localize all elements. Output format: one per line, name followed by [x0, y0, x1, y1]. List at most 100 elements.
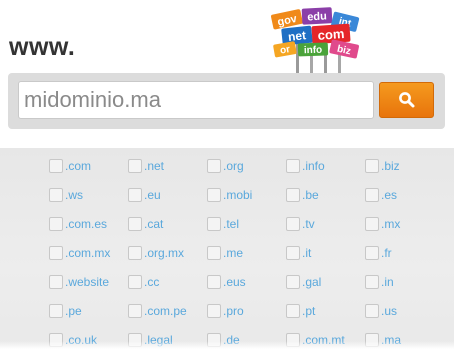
tld-label: .com.mt: [302, 333, 345, 347]
tld-label: .pt: [302, 304, 316, 318]
tld-option[interactable]: .com.pe: [128, 302, 187, 320]
tld-label: .ws: [65, 188, 83, 202]
tld-option[interactable]: .me: [207, 244, 243, 262]
tld-checkbox[interactable]: [128, 159, 142, 173]
tld-label: .co.uk: [65, 333, 98, 347]
tld-option[interactable]: .us: [365, 302, 397, 320]
tld-label: .me: [223, 246, 244, 260]
tld-option[interactable]: .com.es: [49, 215, 107, 233]
tld-option[interactable]: .com.mt: [286, 331, 345, 349]
tld-checkbox[interactable]: [286, 159, 300, 173]
tld-checkbox[interactable]: [128, 275, 142, 289]
tld-label: .es: [381, 188, 398, 202]
tld-checkbox[interactable]: [286, 188, 300, 202]
tld-option[interactable]: .legal: [128, 331, 173, 349]
tld-checkbox[interactable]: [286, 333, 300, 347]
tld-label: .biz: [381, 159, 400, 173]
tld-checkbox[interactable]: [49, 275, 63, 289]
tld-option[interactable]: .com.mx: [49, 244, 110, 262]
domain-search-input[interactable]: [18, 81, 374, 119]
tld-checkbox[interactable]: [286, 217, 300, 231]
tld-checkbox[interactable]: [49, 304, 63, 318]
tld-option[interactable]: .mx: [365, 215, 400, 233]
tld-checkbox[interactable]: [207, 159, 221, 173]
tld-option[interactable]: .be: [286, 186, 319, 204]
search-bar: [8, 73, 445, 129]
tld-label: .mobi: [223, 188, 253, 202]
tld-option[interactable]: .pe: [49, 302, 82, 320]
tld-checkbox[interactable]: [286, 304, 300, 318]
tld-checkbox[interactable]: [365, 159, 379, 173]
tld-checkbox[interactable]: [128, 333, 142, 347]
tld-label: .pro: [223, 304, 244, 318]
tld-option[interactable]: .it: [286, 244, 311, 262]
tld-option[interactable]: .info: [286, 157, 325, 175]
tld-option[interactable]: .pro: [207, 302, 244, 320]
svg-text:net: net: [287, 28, 306, 44]
tld-option[interactable]: .ma: [365, 331, 401, 349]
tld-checkbox[interactable]: [49, 246, 63, 260]
tld-checkbox[interactable]: [49, 333, 63, 347]
tld-label: .com.mx: [65, 246, 111, 260]
tld-label: .com.pe: [144, 304, 187, 318]
tld-option[interactable]: .mobi: [207, 186, 252, 204]
tld-checkbox[interactable]: [207, 217, 221, 231]
tld-option[interactable]: .tel: [207, 215, 239, 233]
tld-option[interactable]: .org: [207, 157, 244, 175]
tld-checkbox[interactable]: [207, 188, 221, 202]
tld-checkbox[interactable]: [128, 246, 142, 260]
tld-checkbox[interactable]: [128, 188, 142, 202]
tld-checkbox[interactable]: [365, 188, 379, 202]
tld-checkbox[interactable]: [207, 304, 221, 318]
tld-option[interactable]: .co.uk: [49, 331, 97, 349]
tld-checkbox[interactable]: [365, 333, 379, 347]
tld-option[interactable]: .ws: [49, 186, 83, 204]
tld-checkbox[interactable]: [286, 275, 300, 289]
tld-option[interactable]: .cat: [128, 215, 163, 233]
tld-label: .net: [144, 159, 165, 173]
tld-checkbox[interactable]: [207, 333, 221, 347]
tld-checkbox-grid: .com .net .org .info .biz .ws .eu .mobi .be .es .c…: [0, 148, 454, 349]
domain-signs-logo: gov edu int net com or info biz: [271, 7, 360, 76]
www-prefix: www.: [9, 33, 76, 61]
tld-checkbox[interactable]: [286, 246, 300, 260]
tld-option[interactable]: .com: [49, 157, 91, 175]
tld-label: .ma: [381, 333, 402, 347]
tld-option[interactable]: .net: [128, 157, 164, 175]
tld-option[interactable]: .org.mx: [128, 244, 184, 262]
tld-option[interactable]: .pt: [286, 302, 315, 320]
tld-label: .cat: [144, 217, 164, 231]
tld-label: .info: [302, 159, 325, 173]
tld-label: .us: [381, 304, 398, 318]
tld-option[interactable]: .tv: [286, 215, 315, 233]
tld-option[interactable]: .fr: [365, 244, 392, 262]
tld-option[interactable]: .cc: [128, 273, 159, 291]
tld-option[interactable]: .de: [207, 331, 240, 349]
svg-text:info: info: [304, 45, 323, 57]
tld-option[interactable]: .es: [365, 186, 397, 204]
tld-label: .org: [223, 159, 244, 173]
tld-label: .de: [223, 333, 240, 347]
tld-checkbox[interactable]: [49, 188, 63, 202]
tld-option[interactable]: .in: [365, 273, 394, 291]
tld-checkbox[interactable]: [207, 275, 221, 289]
tld-checkbox[interactable]: [49, 217, 63, 231]
tld-option[interactable]: .biz: [365, 157, 400, 175]
tld-checkbox[interactable]: [365, 304, 379, 318]
tld-checkbox[interactable]: [128, 217, 142, 231]
tld-label: .pe: [65, 304, 82, 318]
tld-option[interactable]: .website: [49, 273, 109, 291]
tld-checkbox[interactable]: [49, 159, 63, 173]
tld-label: .legal: [144, 333, 173, 347]
tld-label: .mx: [381, 217, 401, 231]
tld-label: .tel: [223, 217, 240, 231]
tld-option[interactable]: .gal: [286, 273, 321, 291]
tld-checkbox[interactable]: [365, 275, 379, 289]
tld-checkbox[interactable]: [128, 304, 142, 318]
tld-option[interactable]: .eus: [207, 273, 246, 291]
tld-checkbox[interactable]: [365, 217, 379, 231]
search-button[interactable]: [379, 82, 434, 118]
tld-checkbox[interactable]: [207, 246, 221, 260]
tld-option[interactable]: .eu: [128, 186, 161, 204]
tld-checkbox[interactable]: [365, 246, 379, 260]
